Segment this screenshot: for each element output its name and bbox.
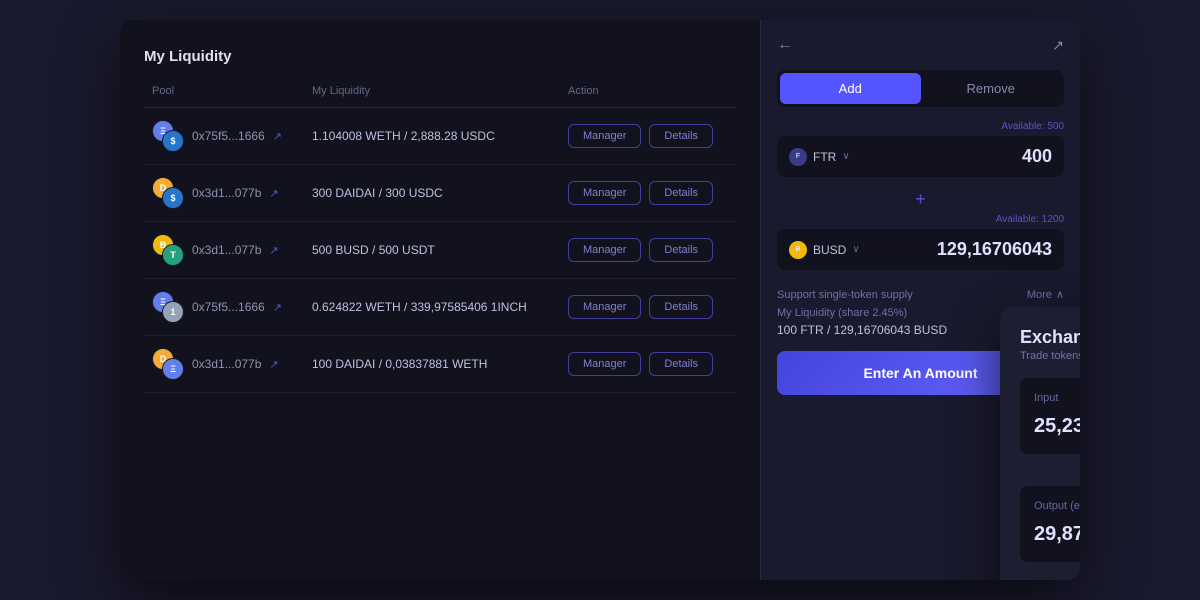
support-row: Support single-token supply More ∧ — [777, 288, 1064, 301]
exchange-input-row: 25,235.87 B Binance ∨ — [1034, 412, 1080, 440]
share-button[interactable]: ↗ — [1052, 37, 1064, 54]
liquidity-value: 0.624822 WETH / 339,97585406 1INCH — [312, 300, 568, 314]
details-button[interactable]: Details — [649, 124, 713, 148]
table-header: Pool My Liquidity Action — [144, 85, 736, 108]
token-b-amount: 129,16706043 — [937, 239, 1052, 260]
exchange-output-group: Output (estimated) 29,879.87 S SWTH ∨ — [1020, 486, 1080, 562]
token-a-input: F FTR ∨ 400 — [777, 136, 1064, 177]
panel-title: My Liquidity — [144, 48, 736, 65]
pool-address: 0x3d1...077b — [192, 357, 261, 371]
pool-icon-b: T — [162, 244, 184, 266]
details-button[interactable]: Details — [649, 295, 713, 319]
manager-button[interactable]: Manager — [568, 124, 641, 148]
more-button[interactable]: More ∧ — [1027, 288, 1064, 301]
liquidity-value: 1.104008 WETH / 2,888.28 USDC — [312, 129, 568, 143]
action-cell: Manager Details — [568, 238, 728, 262]
pool-icon-b: Ξ — [162, 358, 184, 380]
pool-icon: Ξ 1 — [152, 291, 184, 323]
table-row: Ξ 1 0x75f5...1666 ↗ 0.624822 WETH / 339,… — [144, 279, 736, 336]
manager-button[interactable]: Manager — [568, 181, 641, 205]
exchange-output-label: Output (estimated) — [1034, 500, 1080, 512]
token-a-icon: F — [789, 148, 807, 166]
liquidity-value: 100 DAIDAI / 0,03837881 WETH — [312, 357, 568, 371]
pool-icon-b: $ — [162, 187, 184, 209]
exchange-header: Exchange Trade tokens in an instant ⚙ 🕐 — [1020, 327, 1080, 362]
pool-cell: D Ξ 0x3d1...077b ↗ — [152, 348, 312, 380]
token-b-chevron: ∨ — [852, 244, 859, 255]
swap-icon[interactable]: ⇅ — [1020, 462, 1080, 482]
pool-icon: B T — [152, 234, 184, 266]
details-button[interactable]: Details — [649, 238, 713, 262]
exchange-title: Exchange — [1020, 327, 1080, 348]
pool-link-icon[interactable]: ↗ — [269, 244, 278, 257]
exchange-input-value[interactable]: 25,235.87 — [1034, 415, 1080, 438]
token-a-chevron: ∨ — [842, 151, 849, 162]
exchange-title-group: Exchange Trade tokens in an instant — [1020, 327, 1080, 362]
pool-icon: D Ξ — [152, 348, 184, 380]
details-button[interactable]: Details — [649, 352, 713, 376]
exchange-subtitle: Trade tokens in an instant — [1020, 350, 1080, 362]
more-chevron: ∧ — [1056, 288, 1064, 301]
table-row: B T 0x3d1...077b ↗ 500 BUSD / 500 USDT M… — [144, 222, 736, 279]
tab-row: Add Remove — [777, 70, 1064, 107]
exchange-input-label: Input — [1034, 392, 1080, 404]
pool-address: 0x3d1...077b — [192, 186, 261, 200]
panel-nav: ← ↗ — [777, 36, 1064, 54]
manager-button[interactable]: Manager — [568, 238, 641, 262]
liquidity-value: 300 DAIDAI / 300 USDC — [312, 186, 568, 200]
token-b-selector[interactable]: B BUSD ∨ — [789, 241, 860, 259]
pool-icon-b: 1 — [162, 301, 184, 323]
plus-divider: + — [777, 189, 1064, 210]
token-b-input: B BUSD ∨ 129,16706043 — [777, 229, 1064, 270]
right-panel: ← ↗ Add Remove Available: 500 F FTR ∨ 40… — [760, 20, 1080, 580]
screen-wrapper: My Liquidity Pool My Liquidity Action Ξ … — [120, 20, 1080, 580]
pool-cell: D $ 0x3d1...077b ↗ — [152, 177, 312, 209]
support-label: Support single-token supply — [777, 289, 913, 301]
action-cell: Manager Details — [568, 124, 728, 148]
details-button[interactable]: Details — [649, 181, 713, 205]
pool-cell: Ξ 1 0x75f5...1666 ↗ — [152, 291, 312, 323]
action-cell: Manager Details — [568, 295, 728, 319]
col-action: Action — [568, 85, 728, 97]
pool-link-icon[interactable]: ↗ — [273, 130, 282, 143]
action-cell: Manager Details — [568, 352, 728, 376]
left-panel: My Liquidity Pool My Liquidity Action Ξ … — [120, 20, 760, 580]
token-a-amount: 400 — [1022, 146, 1052, 167]
table-row: Ξ $ 0x75f5...1666 ↗ 1.104008 WETH / 2,88… — [144, 108, 736, 165]
pool-icon-b: $ — [162, 130, 184, 152]
col-pool: Pool — [152, 85, 312, 97]
pool-address: 0x75f5...1666 — [192, 129, 265, 143]
token-a-name: FTR — [813, 150, 836, 164]
exchange-output-value[interactable]: 29,879.87 — [1034, 523, 1080, 546]
exchange-output-row: 29,879.87 S SWTH ∨ — [1034, 520, 1080, 548]
tab-remove[interactable]: Remove — [921, 73, 1062, 104]
tab-add[interactable]: Add — [780, 73, 921, 104]
table-row: D Ξ 0x3d1...077b ↗ 100 DAIDAI / 0,038378… — [144, 336, 736, 393]
token-b-available: Available: 1200 — [777, 214, 1064, 225]
pool-link-icon[interactable]: ↗ — [269, 187, 278, 200]
col-liquidity: My Liquidity — [312, 85, 568, 97]
pool-link-icon[interactable]: ↗ — [273, 301, 282, 314]
pool-address: 0x3d1...077b — [192, 243, 261, 257]
exchange-popup: Exchange Trade tokens in an instant ⚙ 🕐 … — [1000, 307, 1080, 580]
pool-cell: Ξ $ 0x75f5...1666 ↗ — [152, 120, 312, 152]
pool-link-icon[interactable]: ↗ — [269, 358, 278, 371]
back-button[interactable]: ← — [777, 36, 793, 54]
exchange-input-group: Input 25,235.87 B Binance ∨ — [1020, 378, 1080, 454]
table-row: D $ 0x3d1...077b ↗ 300 DAIDAI / 300 USDC… — [144, 165, 736, 222]
manager-button[interactable]: Manager — [568, 352, 641, 376]
pool-address: 0x75f5...1666 — [192, 300, 265, 314]
token-b-name: BUSD — [813, 243, 846, 257]
pool-cell: B T 0x3d1...077b ↗ — [152, 234, 312, 266]
token-a-selector[interactable]: F FTR ∨ — [789, 148, 850, 166]
table-rows: Ξ $ 0x75f5...1666 ↗ 1.104008 WETH / 2,88… — [144, 108, 736, 393]
pool-icon: Ξ $ — [152, 120, 184, 152]
liquidity-value: 500 BUSD / 500 USDT — [312, 243, 568, 257]
action-cell: Manager Details — [568, 181, 728, 205]
pool-icon: D $ — [152, 177, 184, 209]
manager-button[interactable]: Manager — [568, 295, 641, 319]
token-a-available: Available: 500 — [777, 121, 1064, 132]
token-b-icon: B — [789, 241, 807, 259]
more-label: More — [1027, 289, 1052, 301]
